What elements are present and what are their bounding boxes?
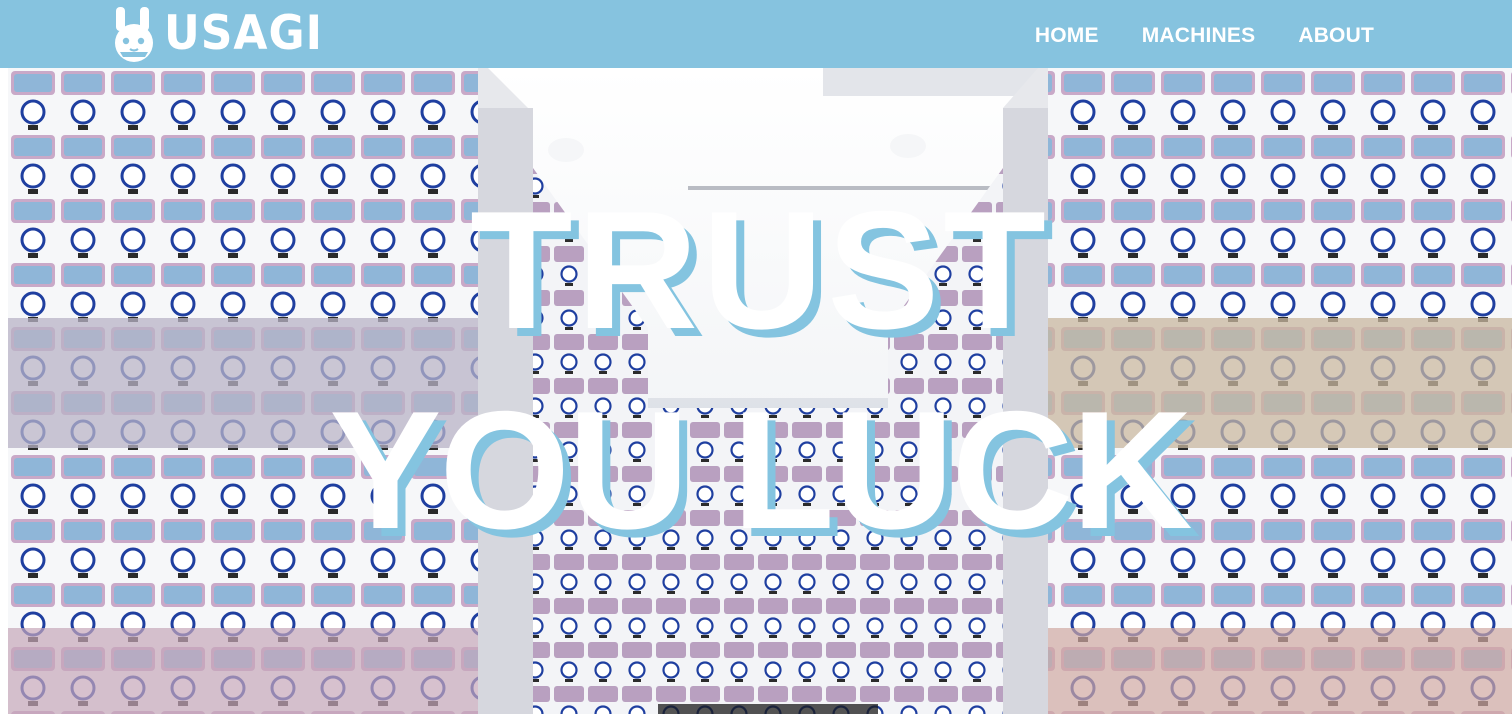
nav-machines-link[interactable]: MACHINES	[1142, 20, 1256, 48]
brand-logo-link[interactable]: USAGI	[112, 5, 323, 63]
top-navbar: USAGI HOME MACHINES ABOUT	[0, 0, 1512, 68]
brand-name: USAGI	[164, 5, 323, 62]
main-nav: HOME MACHINES ABOUT	[1035, 0, 1374, 68]
hero-headline-line1: TRUST	[470, 176, 1050, 364]
nav-home-link[interactable]: HOME	[1035, 20, 1099, 48]
bunny-face-icon	[115, 7, 153, 62]
hero-headline-line2: YOU LUCK	[329, 376, 1192, 564]
hero-section: TRUST YOU LUCK	[8, 68, 1512, 714]
nav-about-link[interactable]: ABOUT	[1298, 20, 1374, 48]
